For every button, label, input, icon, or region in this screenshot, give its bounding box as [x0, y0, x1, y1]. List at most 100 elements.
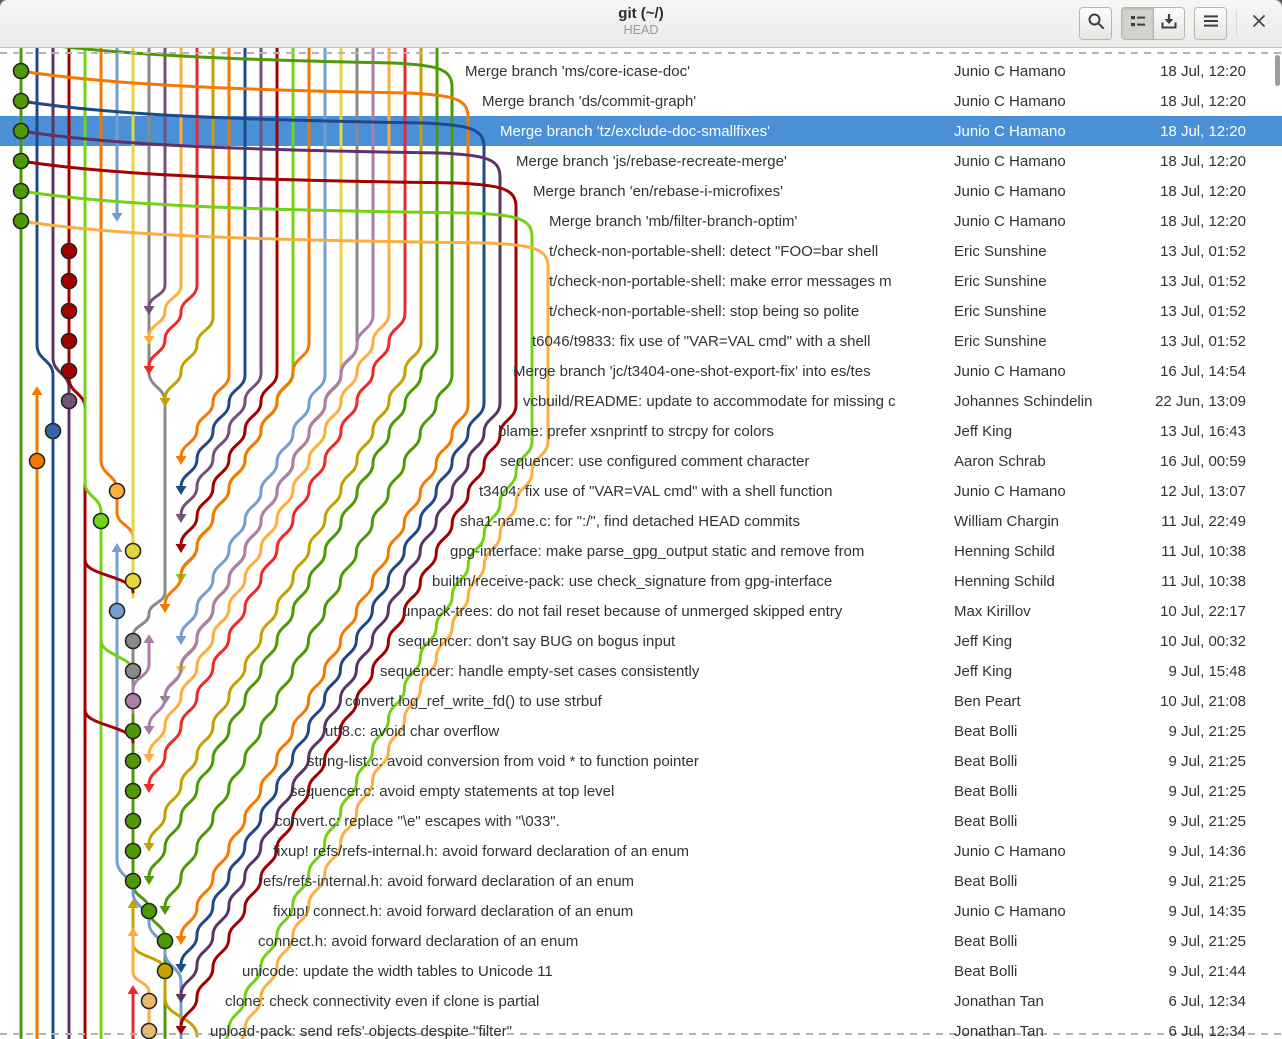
commit-date: 18 Jul, 12:20: [1160, 182, 1246, 200]
commit-date: 10 Jul, 21:08: [1160, 692, 1246, 710]
commit-row[interactable]: clone: check connectivity even if clone …: [0, 986, 1282, 1016]
commit-date: 18 Jul, 12:20: [1160, 152, 1246, 170]
commit-author: Jeff King: [954, 662, 1013, 680]
commit-date: 18 Jul, 12:20: [1160, 92, 1246, 110]
commit-row[interactable]: Merge branch 'mb/filter-branch-optim' Jun…: [0, 206, 1282, 236]
commit-subject: convert log_ref_write_fd() to use strbuf: [345, 692, 602, 710]
commit-author: Aaron Schrab: [954, 452, 1046, 470]
commit-author: Beat Bolli: [954, 752, 1018, 770]
close-button[interactable]: [1246, 11, 1272, 37]
commit-author: Junio C Hamano: [954, 212, 1066, 230]
commit-row[interactable]: string-list.c: avoid conversion from voi…: [0, 746, 1282, 776]
commit-subject: utf8.c: avoid char overflow: [325, 722, 500, 740]
commit-date: 9 Jul, 21:25: [1168, 722, 1246, 740]
commit-date: 16 Jul, 14:54: [1160, 362, 1246, 380]
search-button[interactable]: [1079, 7, 1112, 40]
commit-row[interactable]: refs/refs-internal.h: avoid forward decl…: [0, 866, 1282, 896]
commit-row[interactable]: fixup! refs/refs-internal.h: avoid forwa…: [0, 836, 1282, 866]
commit-date: 11 Jul, 22:49: [1161, 512, 1246, 530]
commit-date: 9 Jul, 21:25: [1168, 752, 1246, 770]
commit-author: Junio C Hamano: [954, 62, 1066, 80]
header-separator: [1236, 10, 1237, 37]
commit-row[interactable]: Merge branch 'tz/exclude-doc-smallfixes'…: [0, 116, 1282, 146]
commit-author: Beat Bolli: [954, 932, 1018, 950]
commit-subject: clone: check connectivity even if clone …: [225, 992, 540, 1010]
commit-row[interactable]: unicode: update the width tables to Unic…: [0, 956, 1282, 986]
commit-row[interactable]: t6046/t9833: fix use of "VAR=VAL cmd" wi…: [0, 326, 1282, 356]
gitg-window: git (~/) HEAD Merge branch 'ms/core-icas…: [0, 0, 1282, 1039]
commit-subject: unicode: update the width tables to Unic…: [242, 962, 553, 980]
commit-subject: gpg-interface: make parse_gpg_output sta…: [450, 542, 865, 560]
commit-row[interactable]: t3404: fix use of "VAR=VAL cmd" with a s…: [0, 476, 1282, 506]
commit-subject: t/check-non-portable-shell: stop being s…: [549, 302, 860, 320]
commit-row[interactable]: convert.c: replace "\e" escapes with "\0…: [0, 806, 1282, 836]
commit-author: Eric Sunshine: [954, 272, 1047, 290]
commit-row[interactable]: fixup! connect.h: avoid forward declarat…: [0, 896, 1282, 926]
commit-author: Eric Sunshine: [954, 242, 1047, 260]
import-button[interactable]: [1153, 7, 1185, 40]
titlebar: git (~/) HEAD: [0, 0, 1282, 48]
commit-date: 13 Jul, 16:43: [1160, 422, 1246, 440]
commit-row[interactable]: Merge branch 'ds/commit-graph' Junio C Ha…: [0, 86, 1282, 116]
commit-row[interactable]: Merge branch 'js/rebase-recreate-merge' J…: [0, 146, 1282, 176]
commit-author: Max Kirillov: [954, 602, 1031, 620]
commit-author: Junio C Hamano: [954, 842, 1066, 860]
list-view-button[interactable]: [1121, 7, 1153, 40]
commit-date: 22 Jun, 13:09: [1155, 392, 1246, 410]
commit-row[interactable]: blame: prefer xsnprintf to strcpy for co…: [0, 416, 1282, 446]
commit-row[interactable]: sequencer.c: avoid empty statements at t…: [0, 776, 1282, 806]
commit-row[interactable]: t/check-non-portable-shell: detect "FOO=…: [0, 236, 1282, 266]
commit-date: 16 Jul, 00:59: [1160, 452, 1246, 470]
commit-author: Junio C Hamano: [954, 182, 1066, 200]
commit-subject: string-list.c: avoid conversion from voi…: [307, 752, 699, 770]
commit-subject: sequencer: handle empty-set cases consis…: [380, 662, 700, 680]
commit-subject: fixup! connect.h: avoid forward declarat…: [273, 902, 634, 920]
commit-date: 9 Jul, 21:25: [1168, 782, 1246, 800]
commit-subject: Merge branch 'tz/exclude-doc-smallfixes': [500, 122, 770, 140]
header-buttons: [1079, 7, 1272, 40]
commit-subject: sequencer: use configured comment charac…: [500, 452, 810, 470]
commit-row[interactable]: unpack-trees: do not fail reset because …: [0, 596, 1282, 626]
commit-subject: fixup! refs/refs-internal.h: avoid forwa…: [273, 842, 690, 860]
commit-row[interactable]: gpg-interface: make parse_gpg_output sta…: [0, 536, 1282, 566]
commit-subject: t/check-non-portable-shell: detect "FOO=…: [549, 242, 879, 260]
commit-row[interactable]: convert log_ref_write_fd() to use strbuf…: [0, 686, 1282, 716]
menu-button[interactable]: [1194, 7, 1227, 40]
commit-author: Henning Schild: [954, 572, 1055, 590]
commit-row[interactable]: sequencer: handle empty-set cases consis…: [0, 656, 1282, 686]
commit-author: Beat Bolli: [954, 782, 1018, 800]
commit-subject: t/check-non-portable-shell: make error m…: [549, 272, 892, 290]
commit-row[interactable]: Merge branch 'ms/core-icase-doc' Junio C …: [0, 56, 1282, 86]
commit-row[interactable]: sha1-name.c: for ":/", find detached HEA…: [0, 506, 1282, 536]
commit-row[interactable]: sequencer: use configured comment charac…: [0, 446, 1282, 476]
commit-row[interactable]: Merge branch 'en/rebase-i-microfixes' Jun…: [0, 176, 1282, 206]
commit-date: 9 Jul, 14:36: [1168, 842, 1246, 860]
commit-row[interactable]: upload-pack: send refs' objects despite …: [0, 1016, 1282, 1039]
commit-subject: Merge branch 'ms/core-icase-doc': [465, 62, 690, 80]
commit-author: Jeff King: [954, 422, 1013, 440]
commit-author: Junio C Hamano: [954, 482, 1066, 500]
commit-date: 9 Jul, 21:25: [1168, 932, 1246, 950]
commit-row[interactable]: t/check-non-portable-shell: stop being s…: [0, 296, 1282, 326]
commit-row[interactable]: t/check-non-portable-shell: make error m…: [0, 266, 1282, 296]
commit-row[interactable]: connect.h: avoid forward declaration of …: [0, 926, 1282, 956]
commit-author: Jonathan Tan: [954, 1022, 1044, 1039]
commit-row[interactable]: builtin/receive-pack: use check_signatur…: [0, 566, 1282, 596]
commit-subject: upload-pack: send refs' objects despite …: [210, 1022, 513, 1039]
commit-list: Merge branch 'ms/core-icase-doc' Junio C …: [0, 47, 1282, 1039]
commit-date: 10 Jul, 22:17: [1160, 602, 1246, 620]
commit-subject: t6046/t9833: fix use of "VAR=VAL cmd" wi…: [532, 332, 871, 350]
commit-row[interactable]: vcbuild/README: update to accommodate fo…: [0, 386, 1282, 416]
commit-date: 6 Jul, 12:34: [1168, 992, 1246, 1010]
commit-date: 11 Jul, 10:38: [1161, 542, 1246, 560]
vertical-scrollbar[interactable]: [1275, 55, 1280, 86]
commit-date: 13 Jul, 01:52: [1160, 242, 1246, 260]
commit-row[interactable]: sequencer: don't say BUG on bogus input J…: [0, 626, 1282, 656]
commit-row[interactable]: utf8.c: avoid char overflow Beat Bolli 9 J…: [0, 716, 1282, 746]
commit-author: William Chargin: [954, 512, 1060, 530]
commit-author: Eric Sunshine: [954, 302, 1047, 320]
commit-date: 9 Jul, 14:35: [1168, 902, 1246, 920]
commit-subject: unpack-trees: do not fail reset because …: [402, 602, 843, 620]
commit-subject: vcbuild/README: update to accommodate fo…: [523, 392, 896, 410]
commit-row[interactable]: Merge branch 'jc/t3404-one-shot-export-f…: [0, 356, 1282, 386]
